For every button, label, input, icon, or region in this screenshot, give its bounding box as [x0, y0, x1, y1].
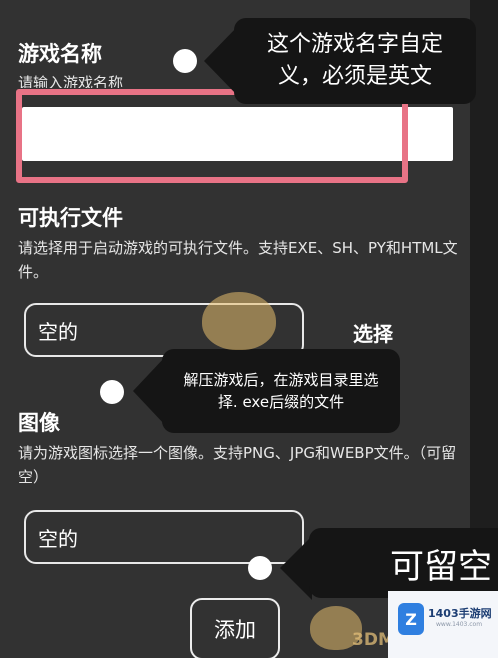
add-game-screen: 游戏名称 请输入游戏名称 可执行文件 请选择用于启动游戏的可执行文件。支持EXE…	[0, 0, 498, 658]
site-watermark: Z 1403手游网 www.1403.com	[388, 591, 498, 658]
tooltip-pointer-dot	[100, 380, 124, 404]
tooltip-arrow	[204, 26, 238, 96]
executable-select-button[interactable]: 选择	[353, 318, 393, 347]
icon-tooltip: 可留空	[309, 528, 498, 598]
tooltip-arrow	[280, 536, 312, 600]
name-tooltip: 这个游戏名字自定义，必须是英文	[234, 18, 476, 104]
add-button[interactable]: 添加	[190, 598, 280, 658]
tooltip-arrow	[133, 357, 165, 425]
icon-help: 请为游戏图标选择一个图像。支持PNG、JPG和WEBP文件。（可留空）	[18, 444, 457, 486]
site-name: 1403手游网	[428, 607, 492, 620]
site-url: www.1403.com	[436, 621, 483, 628]
executable-help: 请选择用于启动游戏的可执行文件。支持EXE、SH、PY和HTML文件。	[18, 239, 458, 281]
executable-title: 可执行文件	[18, 206, 123, 230]
game-name-title: 游戏名称	[18, 42, 102, 66]
site-logo-icon: Z	[398, 603, 424, 635]
tooltip-pointer-dot	[248, 556, 272, 580]
executable-tooltip: 解压游戏后，在游戏目录里选择. exe后缀的文件	[162, 349, 400, 433]
game-name-hint: 请输入游戏名称	[18, 74, 124, 88]
watermark-mascot-icon	[202, 292, 276, 350]
tooltip-pointer-dot	[173, 49, 197, 73]
icon-title: 图像	[18, 411, 60, 435]
